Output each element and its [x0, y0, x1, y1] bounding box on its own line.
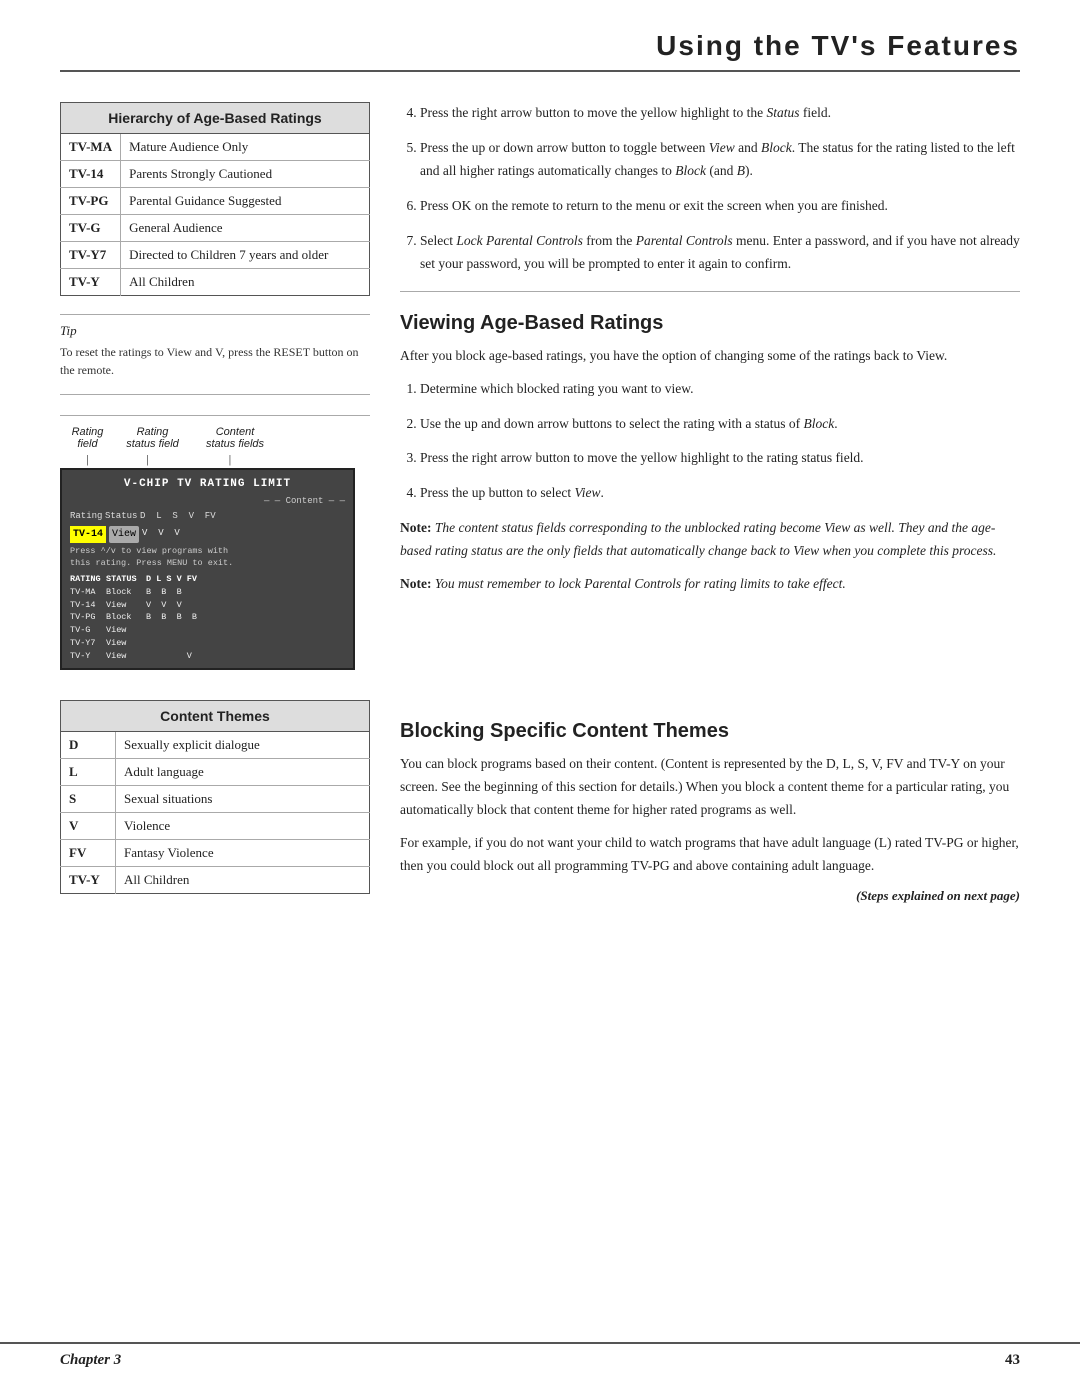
rating-code: TV-Y — [61, 269, 121, 296]
page-header: Using the TV's Features — [60, 30, 1020, 72]
divider — [60, 394, 370, 395]
rating-description: Mature Audience Only — [121, 134, 370, 161]
theme-code: S — [61, 786, 116, 813]
tv-screen-v-vals: V V V — [142, 527, 180, 541]
blocking-heading: Blocking Specific Content Themes — [400, 720, 1020, 743]
theme-code: L — [61, 759, 116, 786]
content-themes-table: Content Themes DSexually explicit dialog… — [60, 700, 370, 894]
tv-screen-selected-row: TV-14 View V V V — [70, 526, 345, 543]
tv-screen-selected-rating: TV-14 — [70, 526, 106, 543]
ratings-table-row: TV-PGParental Guidance Suggested — [61, 188, 370, 215]
viewing-steps-list: Determine which blocked rating you want … — [400, 378, 1020, 506]
content-themes-section: Content Themes DSexually explicit dialog… — [60, 700, 370, 894]
rating-description: General Audience — [121, 215, 370, 242]
content-theme-row: DSexually explicit dialogue — [61, 732, 370, 759]
tv-screen-cols-header: Rating Status D L S V FV — [70, 510, 345, 524]
steps-explained: (Steps explained on next page) — [400, 888, 1020, 904]
tv-screen: V-CHIP TV RATING LIMIT — — Content — — R… — [60, 468, 355, 670]
rating-description: Parental Guidance Suggested — [121, 188, 370, 215]
step-item: Press the right arrow button to move the… — [420, 102, 1020, 125]
theme-description: All Children — [116, 867, 370, 894]
top-steps-list: Press the right arrow button to move the… — [400, 102, 1020, 276]
tv-screen-data: RATINGSTATUSD L S V FV TV-MABlockB B B T… — [70, 573, 345, 662]
content-theme-row: LAdult language — [61, 759, 370, 786]
ratings-table-row: TV-GGeneral Audience — [61, 215, 370, 242]
theme-code: TV-Y — [61, 867, 116, 894]
step-item: Press the up or down arrow button to tog… — [420, 137, 1020, 183]
theme-description: Adult language — [116, 759, 370, 786]
content-theme-row: TV-YAll Children — [61, 867, 370, 894]
content-themes-heading: Content Themes — [61, 701, 370, 732]
ratings-table-row: TV-14Parents Strongly Cautioned — [61, 161, 370, 188]
theme-description: Fantasy Violence — [116, 840, 370, 867]
rating-description: All Children — [121, 269, 370, 296]
tip-title: Tip — [60, 323, 370, 339]
ratings-table-row: TV-YAll Children — [61, 269, 370, 296]
blocking-para2: For example, if you do not want your chi… — [400, 832, 1020, 878]
note2: Note: You must remember to lock Parental… — [400, 573, 1020, 596]
blocking-section: Blocking Specific Content Themes You can… — [400, 700, 1020, 904]
theme-code: D — [61, 732, 116, 759]
screen-diagram: Ratingfield Ratingstatus field Contentst… — [60, 415, 370, 670]
content-theme-row: FVFantasy Violence — [61, 840, 370, 867]
ratings-table-row: TV-MAMature Audience Only — [61, 134, 370, 161]
page-footer: Chapter 3 43 — [0, 1342, 1080, 1377]
rating-code: TV-MA — [61, 134, 121, 161]
step-item: Select Lock Parental Controls from the P… — [420, 230, 1020, 276]
viewing-intro: After you block age-based ratings, you h… — [400, 345, 1020, 368]
hierarchy-table: Hierarchy of Age-Based Ratings TV-MAMatu… — [60, 102, 370, 296]
viewing-step-item: Press the right arrow button to move the… — [420, 447, 1020, 470]
footer-page: 43 — [1005, 1352, 1020, 1369]
theme-description: Violence — [116, 813, 370, 840]
content-theme-row: VViolence — [61, 813, 370, 840]
step-item: Press OK on the remote to return to the … — [420, 195, 1020, 218]
rating-description: Directed to Children 7 years and older — [121, 242, 370, 269]
content-theme-row: SSexual situations — [61, 786, 370, 813]
divider2 — [400, 291, 1020, 292]
theme-description: Sexual situations — [116, 786, 370, 813]
viewing-step-item: Press the up button to select View. — [420, 482, 1020, 505]
tip-text: To reset the ratings to View and V, pres… — [60, 343, 370, 379]
left-column: Hierarchy of Age-Based Ratings TV-MAMatu… — [60, 102, 370, 670]
rating-code: TV-G — [61, 215, 121, 242]
rating-description: Parents Strongly Cautioned — [121, 161, 370, 188]
tv-screen-title: V-CHIP TV RATING LIMIT — [70, 476, 345, 493]
theme-code: V — [61, 813, 116, 840]
blocking-para1: You can block programs based on their co… — [400, 753, 1020, 822]
tv-screen-content-label: — — Content — — — [70, 495, 345, 509]
footer-chapter: Chapter 3 — [60, 1352, 121, 1369]
theme-code: FV — [61, 840, 116, 867]
viewing-step-item: Determine which blocked rating you want … — [420, 378, 1020, 401]
ratings-table-row: TV-Y7Directed to Children 7 years and ol… — [61, 242, 370, 269]
page: Using the TV's Features Hierarchy of Age… — [0, 0, 1080, 1397]
rating-code: TV-Y7 — [61, 242, 121, 269]
tip-section: Tip To reset the ratings to View and V, … — [60, 314, 370, 379]
diagram-label-content-fields: Contentstatus fields — [190, 426, 280, 450]
theme-description: Sexually explicit dialogue — [116, 732, 370, 759]
note1: Note: The content status fields correspo… — [400, 517, 1020, 563]
tv-screen-hint: Press ^/v to view programs withthis rati… — [70, 545, 345, 571]
rating-code: TV-PG — [61, 188, 121, 215]
diagram-label-status-field: Ratingstatus field — [115, 426, 190, 450]
viewing-section-heading: Viewing Age-Based Ratings — [400, 312, 1020, 335]
diagram-label-rating-field: Ratingfield — [60, 426, 115, 450]
tv-screen-selected-status: View — [109, 526, 139, 543]
hierarchy-table-heading: Hierarchy of Age-Based Ratings — [61, 103, 370, 134]
main-content: Hierarchy of Age-Based Ratings TV-MAMatu… — [60, 102, 1020, 670]
rating-code: TV-14 — [61, 161, 121, 188]
viewing-step-item: Use the up and down arrow buttons to sel… — [420, 413, 1020, 436]
bottom-section: Content Themes DSexually explicit dialog… — [60, 700, 1020, 904]
page-title: Using the TV's Features — [656, 30, 1020, 61]
right-column: Press the right arrow button to move the… — [400, 102, 1020, 670]
